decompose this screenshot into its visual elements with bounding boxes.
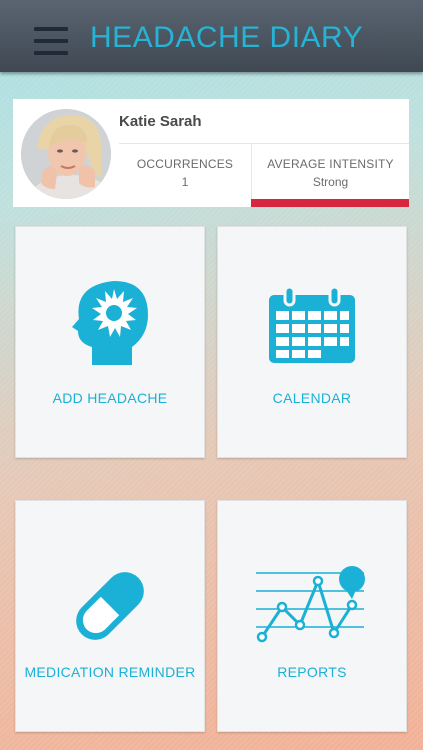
user-name: Katie Sarah: [119, 113, 202, 130]
stats-divider: [119, 143, 409, 144]
user-avatar-photo: [21, 109, 111, 199]
calendar-icon: [269, 285, 355, 363]
tile-label: REPORTS: [277, 664, 347, 680]
head-pain-icon: [72, 281, 148, 365]
add-headache-button[interactable]: ADD HEADACHE: [15, 226, 205, 458]
occurrences-label: OCCURRENCES: [136, 157, 234, 171]
intensity-label: AVERAGE INTENSITY: [267, 157, 394, 171]
tile-label: CALENDAR: [272, 390, 352, 406]
avatar[interactable]: [21, 109, 111, 199]
hamburger-menu-icon[interactable]: [34, 27, 68, 55]
app-title: HEADACHE DIARY: [90, 21, 364, 54]
tile-label: ADD HEADACHE: [52, 390, 168, 406]
line-chart-icon: [256, 566, 365, 643]
occurrences-value: 1: [181, 175, 189, 189]
intensity-stat: AVERAGE INTENSITY Strong: [252, 157, 409, 189]
medication-reminder-button[interactable]: MEDICATION REMINDER: [15, 500, 205, 732]
tile-label: MEDICATION REMINDER: [24, 664, 196, 680]
pill-icon: [76, 572, 144, 640]
profile-card: Katie Sarah OCCURRENCES 1 AVERAGE INTENS…: [13, 99, 409, 207]
calendar-button[interactable]: CALENDAR: [217, 226, 407, 458]
occurrences-stat: OCCURRENCES 1: [119, 157, 251, 189]
intensity-indicator-bar: [251, 199, 409, 207]
reports-button[interactable]: REPORTS: [217, 500, 407, 732]
intensity-value: Strong: [312, 175, 349, 189]
app-header: HEADACHE DIARY: [0, 0, 423, 72]
